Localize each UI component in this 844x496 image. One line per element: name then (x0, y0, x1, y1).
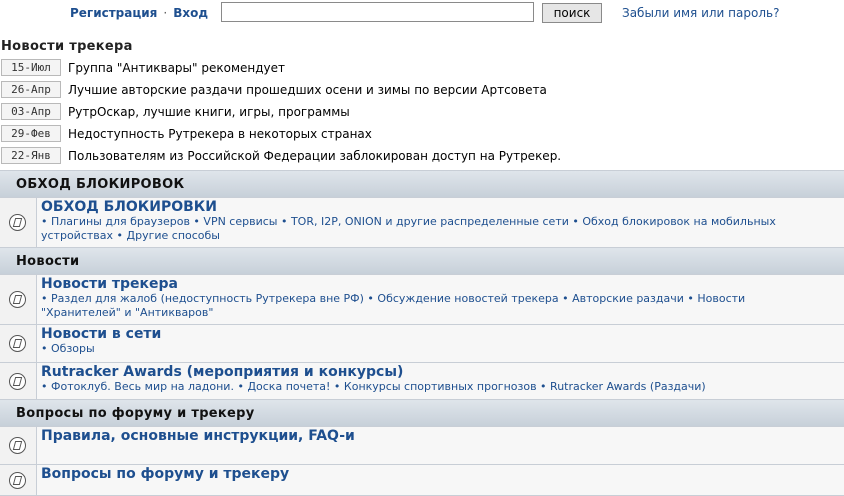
news-link[interactable]: Лучшие авторские раздачи прошедших осени… (68, 83, 547, 97)
forum-icon-cell (0, 363, 37, 399)
subforum-link[interactable]: Фотоклуб. Весь мир на ладони. (51, 380, 234, 393)
subforum-link[interactable]: VPN сервисы (203, 215, 277, 228)
bullet: • (189, 215, 204, 228)
subforum-link[interactable]: Другие способы (127, 229, 221, 242)
forgot-password-link[interactable]: Забыли имя или пароль? (622, 6, 779, 20)
bullet: • (113, 229, 127, 242)
forum-body: Правила, основные инструкции, FAQ-и (41, 427, 844, 444)
news-link[interactable]: Пользователям из Российской Федерации за… (68, 149, 561, 163)
category-header[interactable]: ОБХОД БЛОКИРОВОК (0, 171, 844, 198)
subforum-link[interactable]: Авторские раздачи (572, 292, 684, 305)
forum-read-icon (9, 472, 26, 489)
news-item: 29-Фев Недоступность Рутрекера в некоторы… (0, 123, 545, 145)
forum-title-link[interactable]: Новости в сети (41, 326, 844, 342)
bullet: • (330, 380, 344, 393)
forum-icon-cell (0, 198, 37, 247)
search-input[interactable] (221, 2, 534, 22)
news-date: 29-Фев (1, 125, 61, 142)
bullet: • (558, 292, 573, 305)
forum-body: Новости трекера • Раздел для жалоб (недос… (41, 275, 844, 320)
forum-read-icon (9, 373, 26, 390)
subforum-link[interactable]: Раздел для жалоб (недоступность Рутрекер… (51, 292, 364, 305)
forum-body: Новости в сети • Обзоры (41, 325, 844, 356)
forum-body: Rutracker Awards (мероприятия и конкурсы… (41, 363, 844, 394)
subforum-link[interactable]: Обсуждение новостей трекера (377, 292, 558, 305)
bullet: • (41, 380, 51, 393)
bullet: • (568, 215, 583, 228)
news-item: 15-Июл Группа "Антиквары" рекомендует (0, 57, 545, 79)
bullet: • (277, 215, 291, 228)
top-bar: Регистрация · Вход поиск Забыли имя или па… (0, 0, 844, 27)
subforum-link[interactable]: TOR, I2P, ONION и другие распределенные … (291, 215, 569, 228)
news-item: 22-Янв Пользователям из Российской Федера… (0, 145, 561, 167)
register-link[interactable]: Регистрация (70, 6, 157, 20)
forum-title-link[interactable]: ОБХОД БЛОКИРОВКИ (41, 199, 844, 215)
bullet: • (683, 292, 698, 305)
subforum-list: • Плагины для браузеров • VPN сервисы • … (41, 215, 844, 243)
subforum-list: • Раздел для жалоб (недоступность Рутрек… (41, 292, 844, 320)
category-header[interactable]: Новости (0, 248, 844, 275)
forum-title-link[interactable]: Правила, основные инструкции, FAQ-и (41, 428, 844, 444)
news-item: 03-Апр РутрОскар, лучшие книги, игры, про… (0, 101, 545, 123)
news-link[interactable]: Недоступность Рутрекера в некоторых стра… (68, 127, 372, 141)
forum-icon-cell (0, 465, 37, 495)
search-button[interactable]: поиск (542, 3, 602, 23)
bullet: • (363, 292, 378, 305)
subforum-link[interactable]: Конкурсы спортивных прогнозов (344, 380, 537, 393)
forum-icon-cell (0, 275, 37, 324)
forum-title-link[interactable]: Вопросы по форуму и трекеру (41, 466, 844, 482)
subforum-link[interactable]: Доска почета! (247, 380, 330, 393)
forum-row: Правила, основные инструкции, FAQ-и (0, 427, 844, 465)
news-item: 26-Апр Лучшие авторские раздачи прошедших… (0, 79, 547, 101)
forum-row: Вопросы по форуму и трекеру (0, 465, 844, 496)
forum-row: Rutracker Awards (мероприятия и конкурсы… (0, 363, 844, 400)
forum-row: Новости трекера • Раздел для жалоб (недос… (0, 275, 844, 325)
forum-icon-cell (0, 325, 37, 362)
forum-index: ОБХОД БЛОКИРОВОК ОБХОД БЛОКИРОВКИ • Плагин… (0, 170, 844, 496)
forum-read-icon (9, 335, 26, 352)
bullet: • (41, 342, 51, 355)
news-list: 15-Июл Группа "Антиквары" рекомендует 26-А… (0, 57, 561, 167)
bullet: • (536, 380, 551, 393)
subforum-link[interactable]: Rutracker Awards (Раздачи) (550, 380, 706, 393)
forum-row: ОБХОД БЛОКИРОВКИ • Плагины для браузеров … (0, 198, 844, 248)
forum-icon-cell (0, 427, 37, 464)
subforum-link[interactable]: Обзоры (51, 342, 95, 355)
news-link[interactable]: РутрОскар, лучшие книги, игры, программы (68, 105, 350, 119)
login-link[interactable]: Вход (173, 6, 208, 20)
news-date: 03-Апр (1, 103, 61, 120)
news-link[interactable]: Группа "Антиквары" рекомендует (68, 61, 285, 75)
auth-links: Регистрация · Вход (70, 6, 208, 20)
forum-read-icon (9, 214, 26, 231)
subforum-list: • Обзоры (41, 342, 844, 356)
news-date: 15-Июл (1, 59, 61, 76)
forum-row: Новости в сети • Обзоры (0, 325, 844, 363)
forum-body: ОБХОД БЛОКИРОВКИ • Плагины для браузеров … (41, 198, 844, 243)
news-date: 26-Апр (1, 81, 61, 98)
forum-read-icon (9, 437, 26, 454)
subforum-link[interactable]: Плагины для браузеров (51, 215, 190, 228)
news-heading: Новости трекера (1, 39, 133, 54)
subforum-list: • Фотоклуб. Весь мир на ладони. • Доска … (41, 380, 844, 394)
news-date: 22-Янв (1, 147, 61, 164)
category-header[interactable]: Вопросы по форуму и трекеру (0, 400, 844, 427)
bullet: • (41, 292, 51, 305)
bullet: • (41, 215, 51, 228)
forum-title-link[interactable]: Новости трекера (41, 276, 844, 292)
bullet: • (233, 380, 248, 393)
forum-title-link[interactable]: Rutracker Awards (мероприятия и конкурсы… (41, 364, 844, 380)
forum-read-icon (9, 291, 26, 308)
separator: · (163, 6, 168, 20)
